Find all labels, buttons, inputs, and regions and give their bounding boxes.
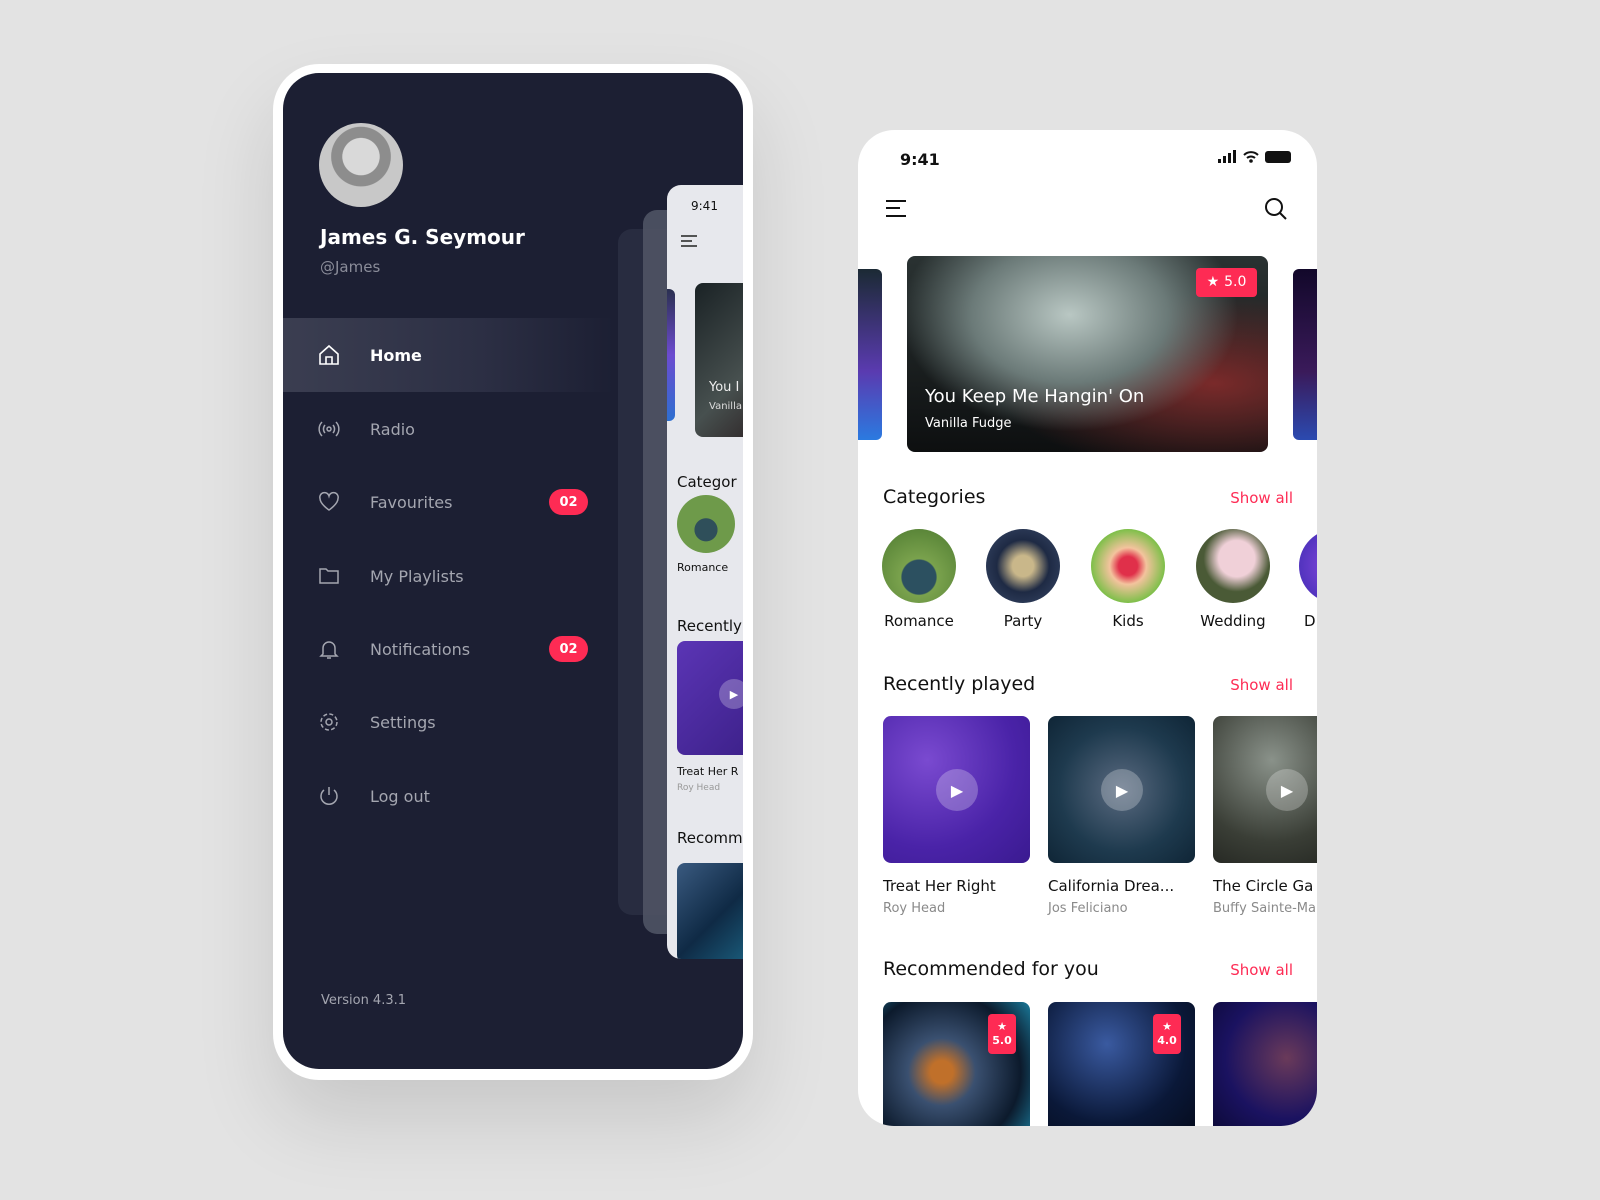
preview-banner-artist: Vanilla [709,401,742,412]
recently-played-heading: Recently played [883,673,1036,695]
preview-categories-heading: Categor [677,473,737,491]
battery-icon [1265,151,1291,163]
category-label: D [1304,612,1316,630]
search-icon[interactable] [1264,197,1288,221]
menu-item-label: My Playlists [370,566,464,586]
preview-track-artist: Roy Head [677,783,721,793]
preview-recommended-image [677,863,743,959]
star-icon: ★ [1162,1019,1172,1033]
user-handle: @James [320,258,381,276]
menu-item-log-out[interactable]: Log out [283,766,613,826]
preview-banner-prev [667,289,675,421]
preview-recommended-heading: Recomm [677,829,743,847]
play-icon[interactable]: ▶ [1101,769,1143,811]
carousel-next-card[interactable] [1293,269,1317,440]
preview-category-romance [677,495,735,553]
recent-track-title: California Drea... [1048,877,1175,895]
menu-item-label: Home [370,345,422,365]
menu-item-label: Favourites [370,492,453,512]
gear-icon [320,713,338,731]
recent-track-title: The Circle Ga [1213,877,1314,895]
avatar[interactable] [319,123,403,207]
notifications-count-badge: 02 [549,636,588,662]
featured-title: You Keep Me Hangin' On [925,386,1145,407]
menu-item-notifications[interactable]: Notifications 02 [283,619,613,679]
featured-banner[interactable]: ★ 5.0 You Keep Me Hangin' On Vanilla Fudg… [907,256,1268,452]
app-version: Version 4.3.1 [321,993,407,1008]
wifi-icon [1243,151,1259,159]
rating-badge: ★ 5.0 [988,1014,1016,1054]
star-icon: ★ [1206,274,1220,291]
featured-artist: Vanilla Fudge [925,416,1012,431]
category-romance-image[interactable] [882,529,956,603]
preview-banner: You I Vanilla [695,283,743,437]
play-icon: ▶ [719,679,743,709]
category-label: Romance [884,612,954,630]
status-time: 9:41 [900,150,940,169]
menu-item-radio[interactable]: Radio [283,399,613,459]
recent-track-2-cover[interactable]: ▶ [1048,716,1195,863]
home-screen: 9:41 ★ 5.0 You Keep Me Hangin' On Vanilla… [858,130,1317,1126]
recently-played-show-all-link[interactable]: Show all [1230,676,1293,694]
menu-item-my-playlists[interactable]: My Playlists [283,546,613,606]
preview-category-label: Romance [677,561,729,574]
carousel-prev-card[interactable] [858,269,882,440]
radio-icon [318,421,340,437]
category-label: Wedding [1200,612,1266,630]
power-icon [320,787,338,805]
preview-track-title: Treat Her R [677,765,739,778]
featured-rating-badge: ★ 5.0 [1196,268,1257,297]
rating-badge: ★ 4.0 [1153,1014,1181,1054]
folder-icon [319,568,339,584]
recent-track-title: Treat Her Right [883,877,996,895]
recent-track-artist: Jos Feliciano [1048,901,1128,916]
recent-track-artist: Roy Head [883,901,946,916]
menu-item-favourites[interactable]: Favourites 02 [283,472,613,532]
preview-time: 9:41 [691,199,718,213]
user-name: James G. Seymour [320,225,525,249]
heart-icon [319,491,339,511]
recommended-show-all-link[interactable]: Show all [1230,961,1293,979]
categories-heading: Categories [883,486,986,508]
status-icons [1218,150,1291,163]
preview-recently-heading: Recently [677,617,742,635]
bell-icon [319,641,339,659]
preview-banner-title: You I [709,380,740,395]
rating-value: 4.0 [1157,1034,1177,1047]
play-icon[interactable]: ▶ [936,769,978,811]
recommended-heading: Recommended for you [883,958,1099,980]
rating-value: 5.0 [992,1034,1012,1047]
categories-show-all-link[interactable]: Show all [1230,489,1293,507]
recommended-2-cover[interactable]: ★ 4.0 [1048,1002,1195,1126]
category-kids-image[interactable] [1091,529,1165,603]
category-label: Kids [1112,612,1144,630]
favourites-count-badge: 02 [549,489,588,515]
menu-item-label: Radio [370,419,415,439]
signal-icon [1218,150,1236,163]
navigation-drawer: 9:41 You I Vanilla Categor Romance Recen… [283,73,743,1069]
play-icon[interactable]: ▶ [1266,769,1308,811]
menu-item-label: Notifications [370,639,471,659]
menu-item-settings[interactable]: Settings [283,692,613,752]
rating-value: 5.0 [1224,274,1247,291]
menu-item-label: Settings [370,712,436,732]
home-screen-preview[interactable]: 9:41 You I Vanilla Categor Romance Recen… [667,185,743,959]
recommended-1-cover[interactable]: ★ 5.0 [883,1002,1030,1126]
recent-track-3-cover[interactable]: ▶ [1213,716,1317,863]
menu-item-home[interactable]: Home [283,325,613,385]
menu-icon [681,235,697,247]
recent-track-artist: Buffy Sainte-Ma [1213,901,1316,916]
category-partial-image[interactable] [1299,529,1317,603]
category-wedding-image[interactable] [1196,529,1270,603]
menu-icon[interactable] [886,200,907,217]
category-party-image[interactable] [986,529,1060,603]
preview-recent-image: ▶ [677,641,743,755]
category-label: Party [1003,612,1043,630]
recommended-3-cover[interactable] [1213,1002,1317,1126]
recent-track-1-cover[interactable]: ▶ [883,716,1030,863]
star-icon: ★ [997,1019,1007,1033]
menu-item-label: Log out [370,786,430,806]
home-icon [319,344,339,365]
